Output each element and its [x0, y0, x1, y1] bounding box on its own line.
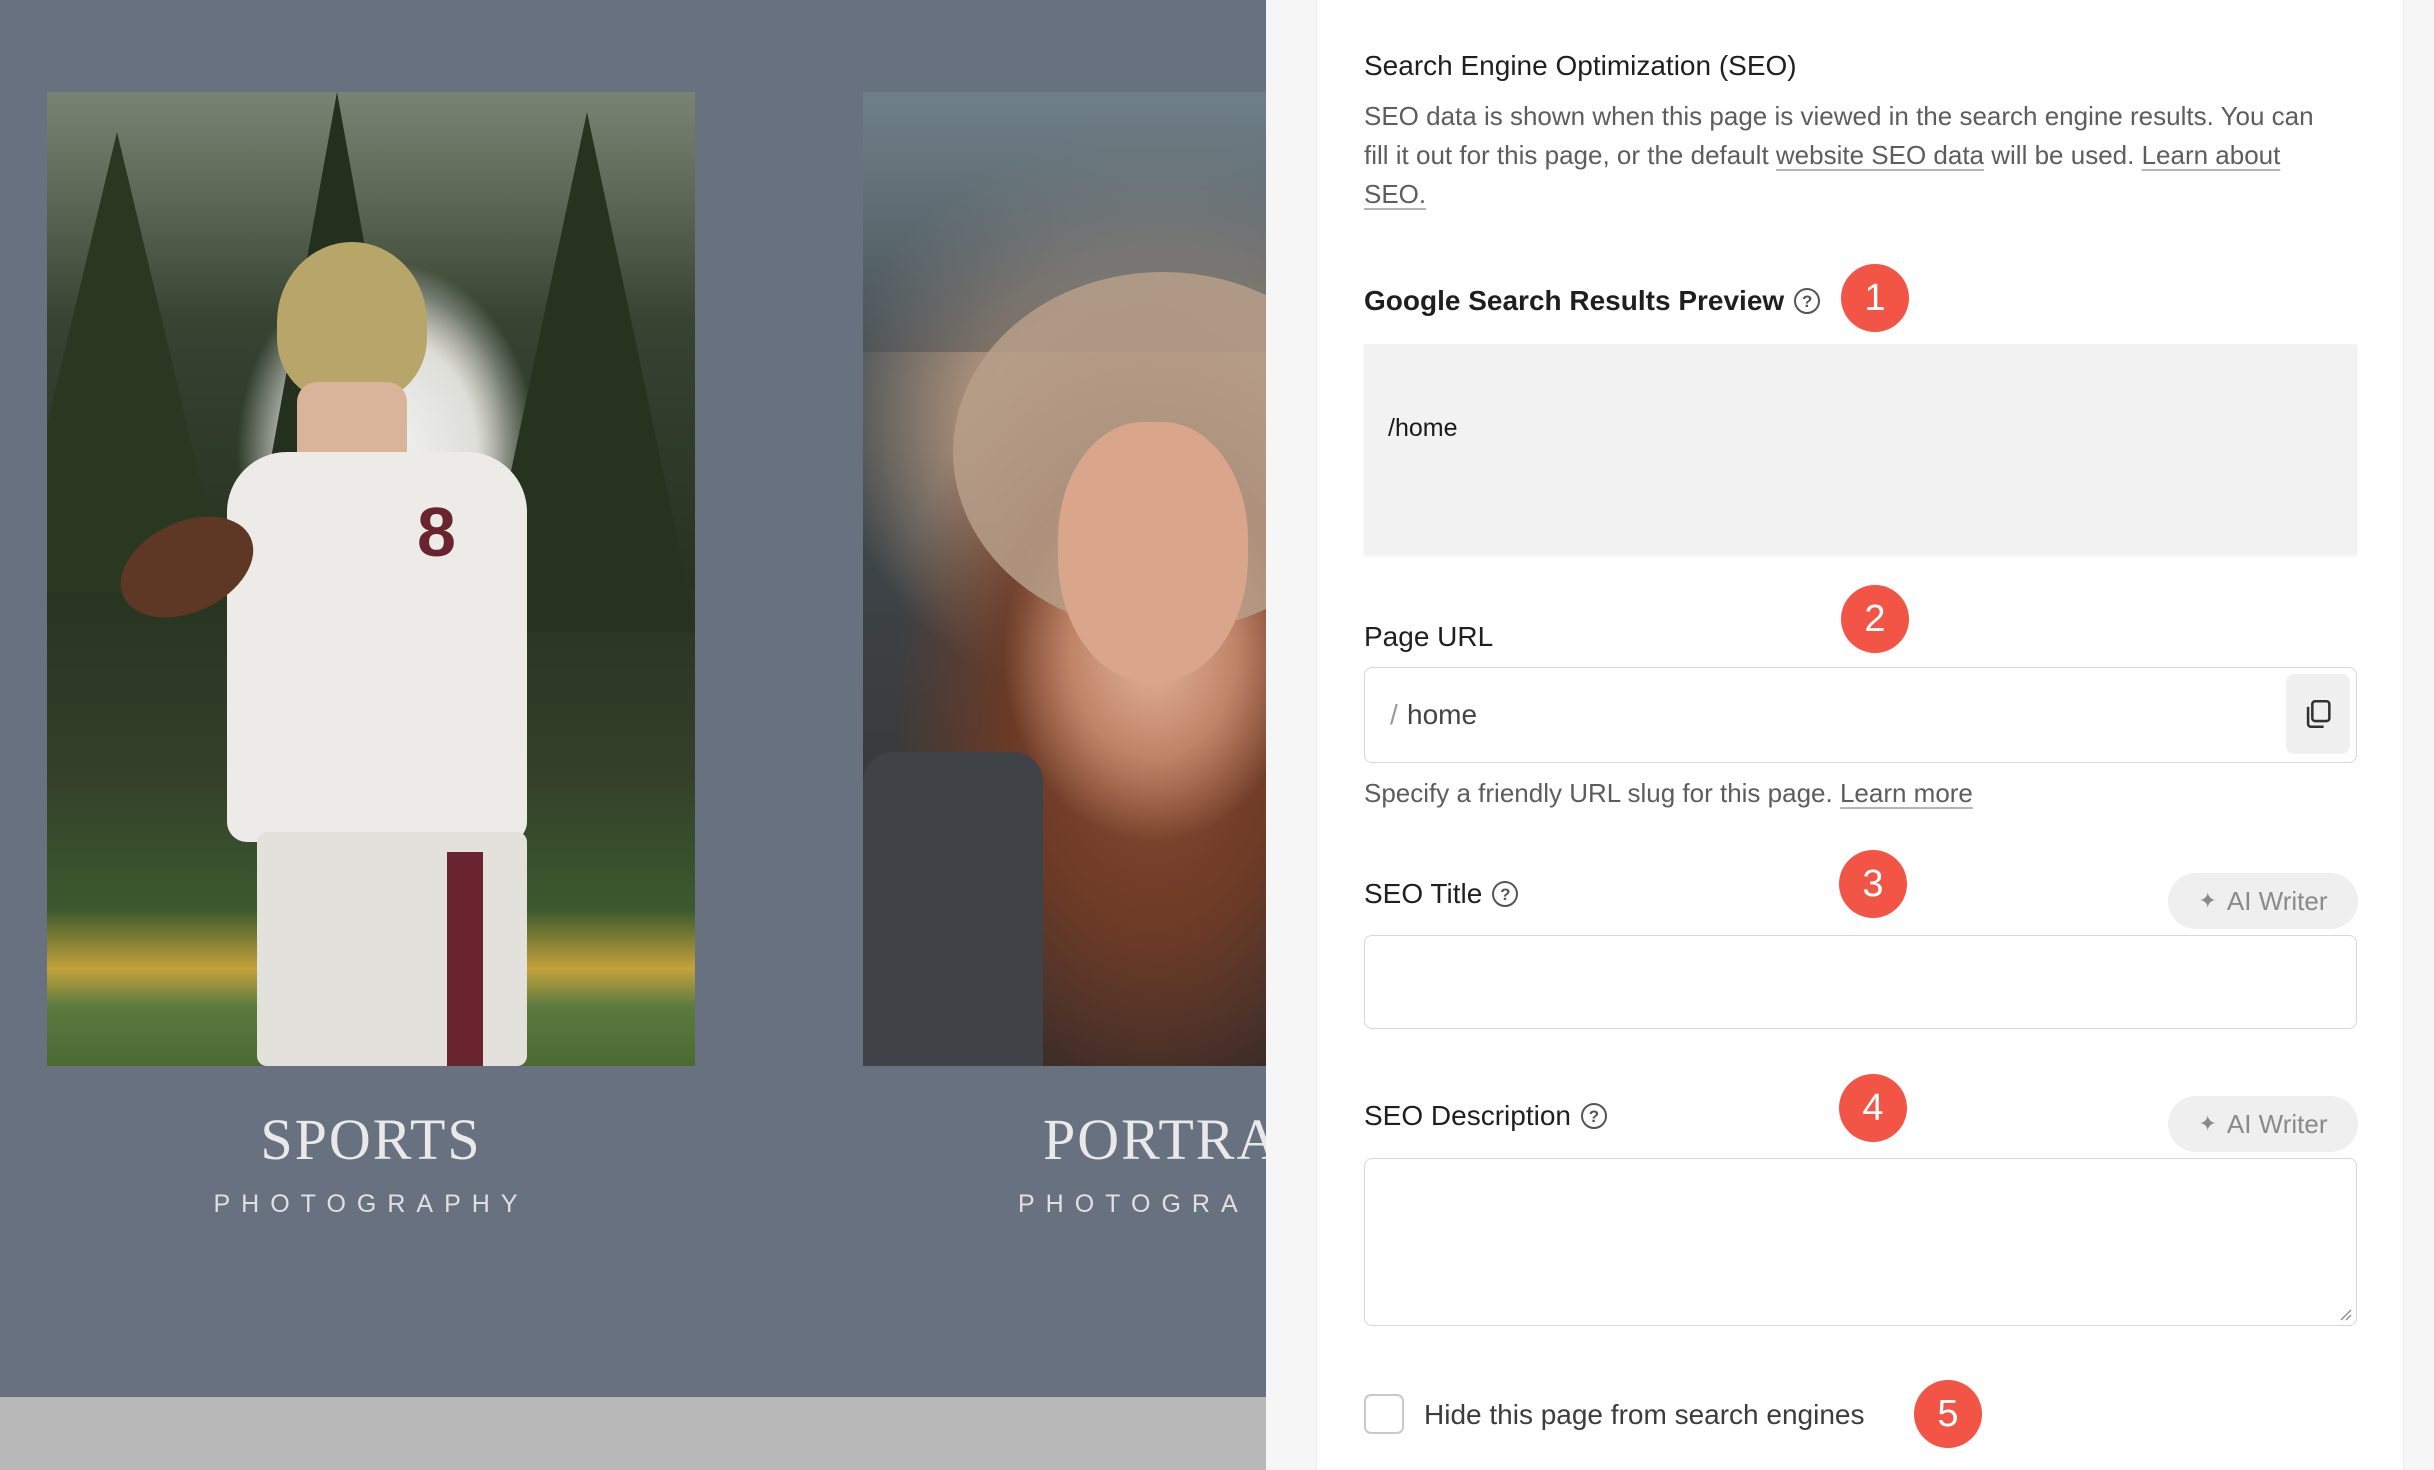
page-url-label-text: Page URL [1364, 621, 1494, 652]
seo-description-textarea[interactable] [1364, 1158, 2357, 1326]
website-seo-data-link[interactable]: website SEO data [1776, 140, 1984, 170]
card-title-portrait: PORTRA [1043, 1107, 1266, 1172]
learn-more-link[interactable]: Learn more [1840, 778, 1973, 808]
seo-description-label-text: SEO Description [1364, 1100, 1571, 1131]
step-badge-3: 3 [1839, 850, 1907, 918]
seo-description-label: SEO Description ? [1364, 1100, 1607, 1132]
search-preview-label-text: Google Search Results Preview [1364, 285, 1785, 316]
hide-from-search-label[interactable]: Hide this page from search engines [1424, 1399, 1864, 1431]
seo-title-label-text: SEO Title [1364, 878, 1483, 909]
step-badge-4: 4 [1839, 1074, 1907, 1142]
sparkle-icon: ✦ [2198, 888, 2217, 913]
hide-from-search-checkbox[interactable] [1364, 1394, 1404, 1434]
sparkle-icon: ✦ [2198, 1111, 2217, 1136]
ai-writer-label: AI Writer [2226, 1108, 2328, 1139]
page-url-hint-text: Specify a friendly URL slug for this pag… [1364, 778, 1840, 808]
seo-title-label: SEO Title ? [1364, 878, 1519, 910]
card-subtitle-sports: PHOTOGRAPHY [213, 1190, 529, 1218]
seo-description-middle: will be used. [1984, 140, 2142, 170]
seo-title-ai-writer-button[interactable]: ✦ AI Writer [2168, 873, 2358, 929]
seo-description-ai-writer-button[interactable]: ✦ AI Writer [2168, 1096, 2358, 1152]
page-url-hint: Specify a friendly URL slug for this pag… [1364, 778, 1973, 809]
copy-url-button[interactable] [2286, 674, 2350, 754]
preview-url-text: /home [1388, 414, 1458, 442]
portrait-photo [863, 92, 1266, 1066]
step-badge-1: 1 [1841, 264, 1909, 332]
card-subtitle-portrait: PHOTOGRA [1018, 1190, 1249, 1218]
help-icon[interactable]: ? [1580, 1103, 1607, 1129]
website-preview: 8 SPORTS PHOTOGRAPHY PORTRA PHOTOGRA [0, 0, 1266, 1470]
step-badge-2: 2 [1841, 585, 1909, 653]
url-prefix: / [1390, 699, 1398, 730]
search-preview-label: Google Search Results Preview ? [1364, 285, 1821, 317]
help-icon[interactable]: ? [1492, 881, 1519, 907]
seo-section-description: SEO data is shown when this page is view… [1364, 97, 2324, 214]
sports-photo: 8 [47, 92, 695, 1066]
page-url-label: Page URL [1364, 621, 1493, 653]
ai-writer-label: AI Writer [2226, 885, 2328, 916]
search-results-preview-box: /home [1364, 344, 2357, 554]
help-icon[interactable]: ? [1794, 288, 1821, 314]
seo-section-heading: Search Engine Optimization (SEO) [1364, 50, 1797, 81]
page-url-input[interactable]: / home [1364, 667, 2357, 763]
step-badge-5: 5 [1914, 1380, 1982, 1448]
resize-handle-icon[interactable] [2336, 1305, 2352, 1321]
preview-footer [0, 1397, 1266, 1470]
copy-icon [2306, 699, 2331, 729]
card-title-sports: SPORTS [260, 1107, 482, 1172]
page-url-value[interactable]: home [1407, 699, 1477, 731]
seo-title-input[interactable] [1364, 935, 2357, 1029]
